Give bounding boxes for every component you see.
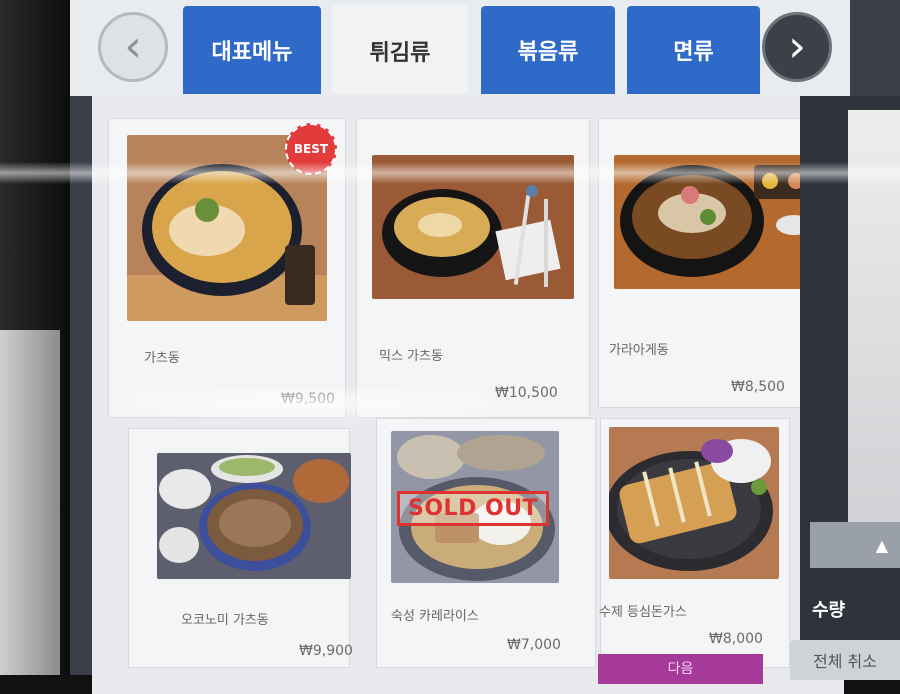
- food-photo: [614, 155, 816, 289]
- side-panel-window: [848, 110, 900, 530]
- menu-item-price: ₩10,500: [495, 385, 558, 401]
- badge-label: BEST: [293, 142, 329, 156]
- clear-all-button[interactable]: 전체 취소: [790, 640, 900, 680]
- food-photo: [157, 453, 351, 579]
- next-category-button[interactable]: ›: [762, 12, 832, 82]
- tab-label: 볶음류: [517, 40, 579, 65]
- quantity-label: 수량: [812, 600, 846, 621]
- best-badge: BEST: [285, 123, 337, 175]
- menu-item-price: ₩9,900: [299, 643, 353, 659]
- next-button[interactable]: 다음: [598, 654, 763, 684]
- menu-item-card[interactable]: 가라아게동 ₩8,500: [598, 118, 826, 408]
- kiosk-bezel-edge: [0, 330, 60, 675]
- menu-item-price: ₩9,500: [281, 391, 335, 407]
- tab-noodles[interactable]: 면류: [627, 6, 760, 94]
- menu-item-card[interactable]: SOLD OUT 숙성 카레라이스 ₩7,000: [376, 418, 596, 668]
- chevron-left-icon: ‹: [124, 21, 142, 72]
- food-photo: [609, 427, 779, 579]
- menu-item-card[interactable]: 오코노미 가츠동 ₩9,900: [128, 428, 353, 668]
- chevron-right-icon: ›: [788, 21, 806, 72]
- menu-item-name: 숙성 카레라이스: [391, 609, 479, 624]
- menu-item-card[interactable]: BEST 가츠동 ₩9,500: [108, 118, 346, 418]
- tab-label: 면류: [673, 40, 714, 65]
- sold-out-stamp: SOLD OUT: [397, 491, 550, 526]
- menu-item-name: 믹스 가츠동: [379, 349, 443, 364]
- tab-label: 튀김류: [369, 41, 431, 66]
- menu-item-name: 가츠동: [144, 351, 180, 366]
- triangle-up-icon: ▲: [875, 535, 888, 555]
- food-photo: [372, 155, 574, 299]
- menu-item-price: ₩8,500: [731, 379, 785, 395]
- tab-label: 대표메뉴: [211, 40, 293, 65]
- menu-item-card[interactable]: 믹스 가츠동 ₩10,500: [356, 118, 590, 418]
- menu-item-name: 오코노미 가츠동: [181, 613, 269, 628]
- tab-signature-menu[interactable]: 대표메뉴: [183, 6, 321, 94]
- prev-category-button[interactable]: ‹: [98, 12, 168, 82]
- tab-stir-fried[interactable]: 볶음류: [481, 6, 615, 94]
- menu-item-name: 가라아게동: [609, 343, 669, 358]
- tab-fried[interactable]: 튀김류: [332, 4, 468, 98]
- menu-item-price: ₩8,000: [709, 631, 763, 647]
- menu-item-card[interactable]: 수제 등심돈가스 ₩8,000: [599, 418, 790, 668]
- scroll-up-button[interactable]: ▲: [810, 522, 900, 568]
- menu-item-name: 수제 등심돈가스: [599, 605, 687, 620]
- menu-item-price: ₩7,000: [507, 637, 561, 653]
